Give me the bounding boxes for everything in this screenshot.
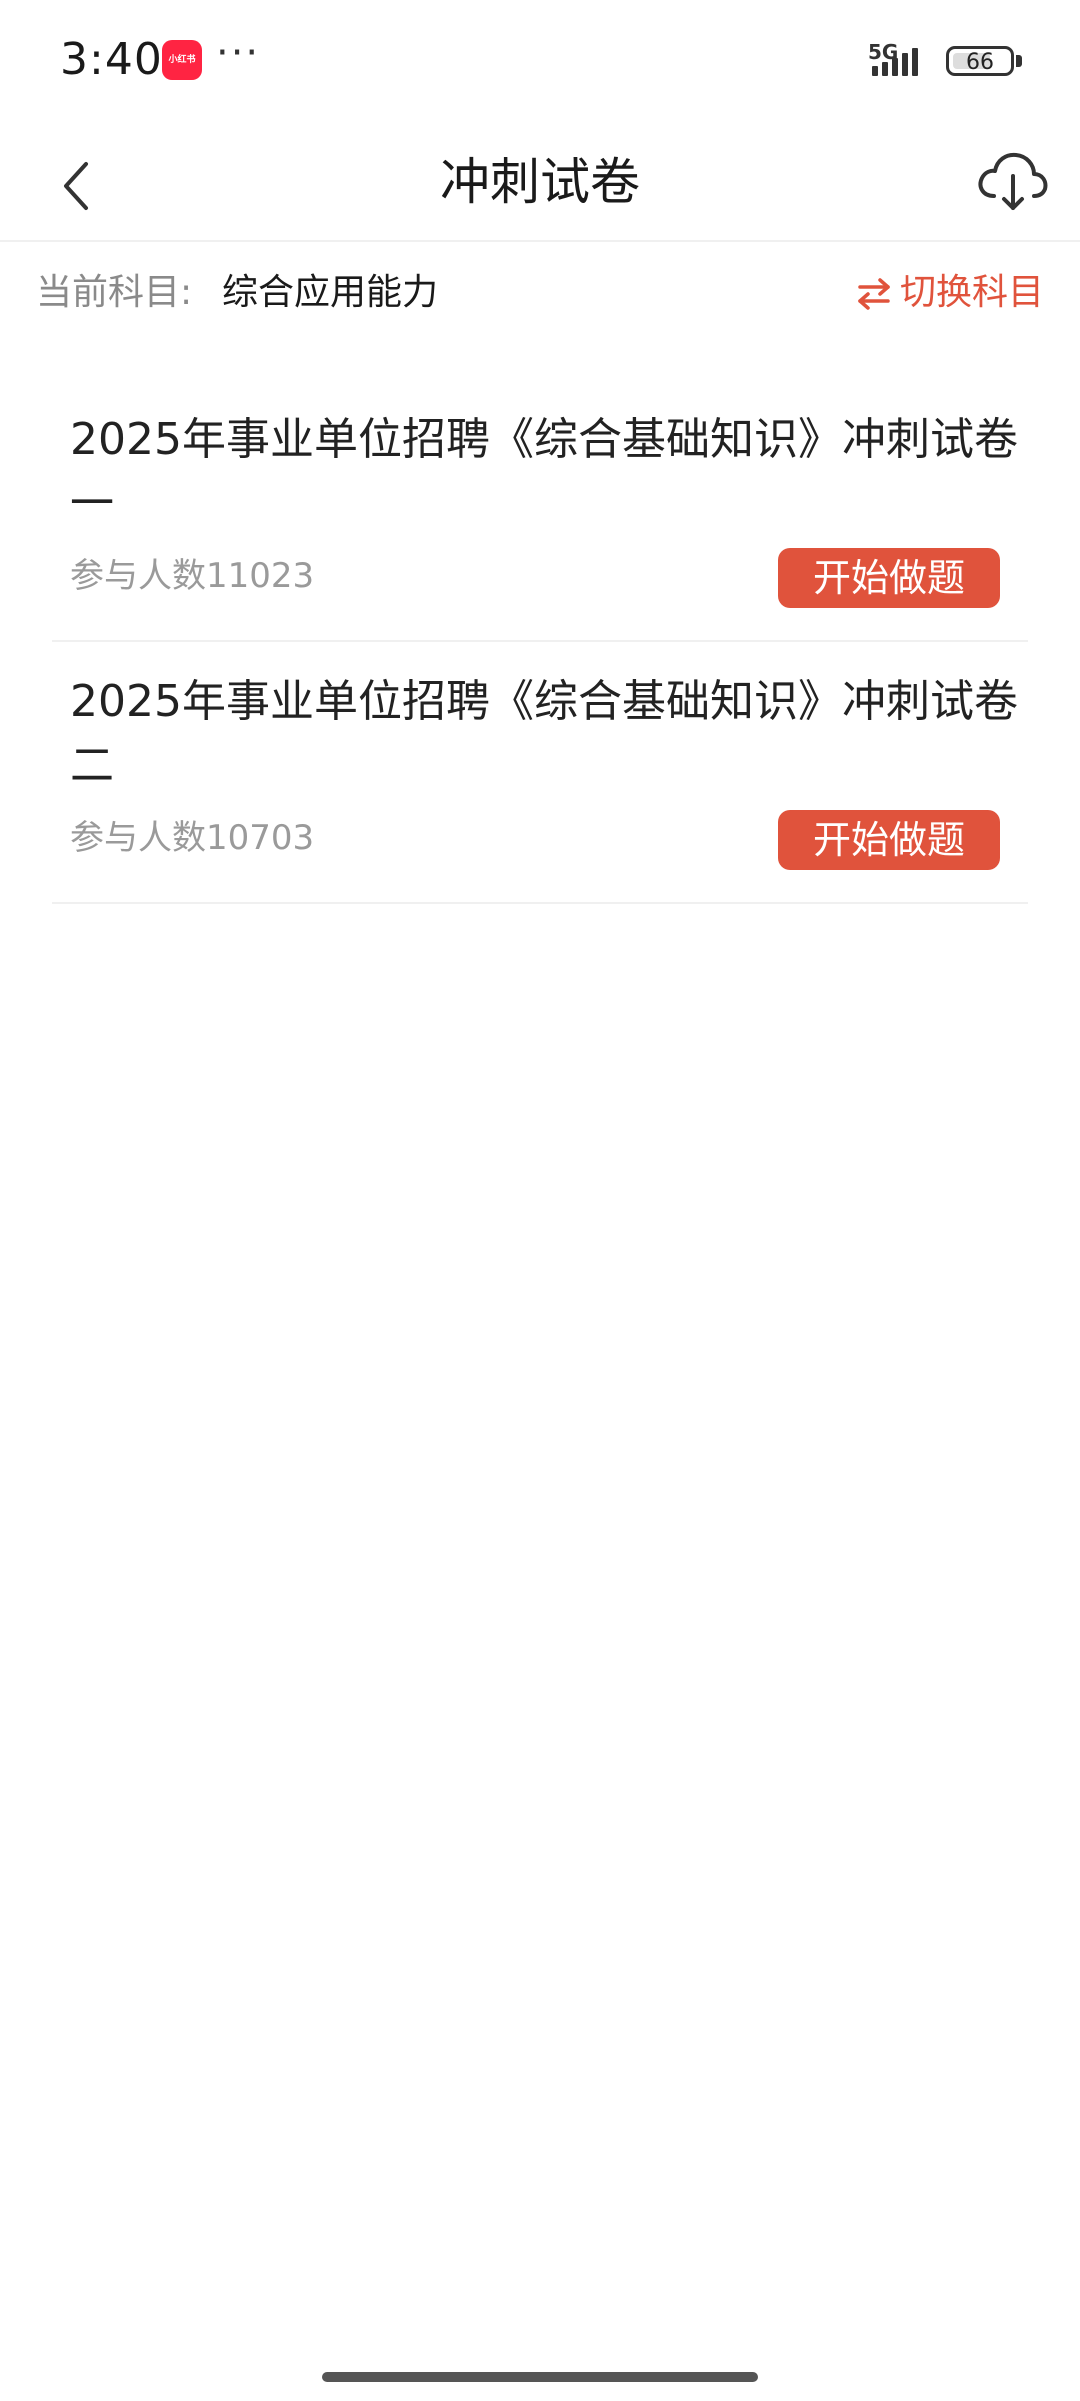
battery-level-text: 66 (966, 50, 994, 75)
paper-list: 2025年事业单位招聘《综合基础知识》冲刺试卷一 参与人数11023 开始做题 … (0, 380, 1080, 904)
more-notifications-icon: ··· (216, 30, 261, 76)
page-title: 冲刺试卷 (440, 153, 640, 211)
battery-tip (1016, 55, 1022, 67)
status-time: 3:40 (60, 34, 163, 85)
status-bar: 3:40 小红书 ··· 5G 66 (0, 0, 1080, 124)
swap-arrows-icon (858, 278, 890, 310)
battery-icon: 66 (946, 44, 1024, 78)
start-exam-button[interactable]: 开始做题 (778, 548, 1000, 608)
switch-subject-label: 切换科目 (899, 272, 1044, 313)
start-exam-button[interactable]: 开始做题 (778, 810, 1000, 870)
chevron-left-icon[interactable] (40, 144, 120, 224)
xiaohongshu-app-icon: 小红书 (162, 40, 202, 80)
paper-list-item[interactable]: 2025年事业单位招聘《综合基础知识》冲刺试卷一 参与人数11023 开始做题 (52, 380, 1028, 642)
signal-bars-icon (872, 48, 918, 76)
paper-title: 2025年事业单位招聘《综合基础知识》冲刺试卷一 (70, 414, 1018, 529)
nav-bar: 冲刺试卷 (0, 124, 1080, 242)
paper-title: 2025年事业单位招聘《综合基础知识》冲刺试卷二 (70, 676, 1018, 791)
battery-body: 66 (946, 46, 1014, 76)
cloud-download-icon[interactable] (970, 138, 1054, 222)
home-indicator[interactable] (322, 2372, 758, 2382)
paper-participants: 参与人数10703 (70, 818, 315, 858)
switch-subject-button[interactable]: 切换科目 (854, 268, 1044, 318)
page: 3:40 小红书 ··· 5G 66 冲刺试卷 当前科目: 综合应用能力 切换科… (0, 0, 1080, 2401)
current-subject-row: 当前科目: 综合应用能力 切换科目 (0, 244, 1080, 344)
current-subject-label: 当前科目: (36, 272, 193, 313)
current-subject-value: 综合应用能力 (222, 272, 439, 313)
paper-list-item[interactable]: 2025年事业单位招聘《综合基础知识》冲刺试卷二 参与人数10703 开始做题 (52, 642, 1028, 904)
paper-participants: 参与人数11023 (70, 556, 315, 596)
